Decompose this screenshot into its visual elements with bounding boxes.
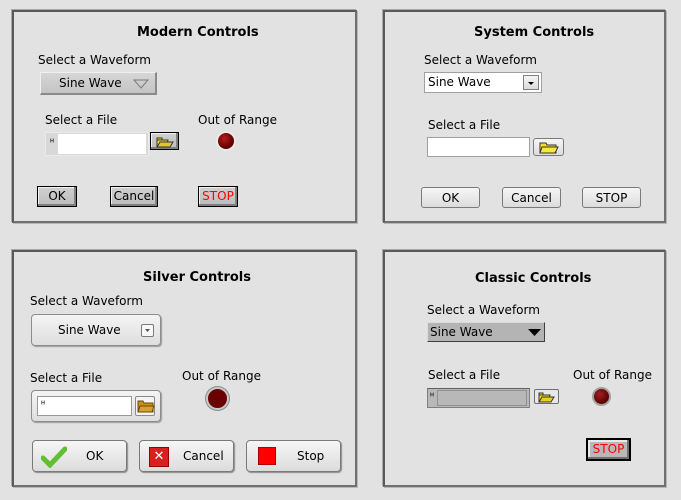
cancel-button[interactable]: ✕ Cancel — [139, 440, 234, 472]
cancel-button[interactable]: Cancel — [502, 187, 561, 208]
waveform-ring[interactable]: Sine Wave — [40, 72, 157, 95]
browse-button[interactable] — [135, 396, 155, 416]
panel-title: Silver Controls — [143, 270, 251, 285]
ok-button[interactable]: OK — [37, 186, 77, 207]
stop-button[interactable]: Stop — [246, 440, 341, 472]
panel-title: Modern Controls — [137, 25, 259, 40]
led-label: Out of Range — [198, 113, 277, 127]
stop-square-icon — [258, 447, 276, 465]
path-icon: ᵸ — [429, 392, 436, 403]
stop-label: Stop — [297, 449, 325, 463]
dropdown-arrow-icon — [528, 329, 541, 336]
folder-icon — [137, 400, 155, 413]
folder-icon — [538, 392, 555, 403]
file-path-input[interactable] — [427, 137, 530, 157]
file-label: Select a File — [45, 113, 118, 127]
out-of-range-led[interactable] — [206, 387, 229, 410]
system-controls-panel: System Controls Select a Waveform Sine W… — [383, 10, 666, 223]
browse-button[interactable] — [534, 389, 559, 404]
file-path-input[interactable]: ᵸ — [427, 388, 530, 408]
ok-label: OK — [86, 449, 104, 463]
browse-button[interactable] — [533, 138, 564, 156]
cancel-x-icon: ✕ — [149, 447, 169, 467]
stop-button[interactable]: STOP — [586, 438, 631, 461]
waveform-ring[interactable]: Sine Wave — [427, 322, 545, 342]
dropdown-arrow-icon — [133, 79, 149, 89]
file-path-input[interactable]: ᵸ — [37, 396, 132, 416]
classic-controls-panel: Classic Controls Select a Waveform Sine … — [383, 250, 666, 487]
waveform-ring[interactable]: Sine Wave — [31, 314, 161, 346]
waveform-ring[interactable]: Sine Wave — [424, 72, 542, 93]
panel-title: System Controls — [474, 25, 595, 40]
folder-icon — [155, 137, 174, 148]
folder-icon — [538, 142, 559, 154]
modern-controls-panel: Modern Controls Select a Waveform Sine W… — [12, 10, 357, 223]
cancel-button[interactable]: Cancel — [110, 186, 158, 207]
led-label: Out of Range — [182, 369, 261, 383]
path-icon: ᵸ — [49, 138, 56, 149]
waveform-label: Select a Waveform — [427, 303, 540, 317]
stop-button[interactable]: STOP — [198, 186, 238, 207]
waveform-label: Select a Waveform — [424, 53, 537, 67]
path-icon: ᵸ — [40, 400, 47, 411]
dropdown-arrow-icon — [141, 324, 154, 337]
file-path-field[interactable] — [58, 134, 146, 154]
file-label: Select a File — [428, 118, 501, 132]
waveform-label: Select a Waveform — [30, 294, 143, 308]
file-label: Select a File — [30, 371, 103, 385]
waveform-value: Sine Wave — [428, 75, 491, 89]
ok-button[interactable]: OK — [32, 440, 127, 472]
cancel-label: Cancel — [183, 449, 224, 463]
file-path-control: ᵸ — [31, 390, 161, 422]
dropdown-arrow-icon — [523, 75, 539, 90]
file-label: Select a File — [428, 368, 501, 382]
stop-button[interactable]: STOP — [582, 187, 641, 208]
led-label: Out of Range — [573, 368, 652, 382]
ok-button[interactable]: OK — [421, 187, 480, 208]
waveform-label: Select a Waveform — [38, 53, 151, 67]
silver-controls-panel: Silver Controls Select a Waveform Sine W… — [12, 250, 357, 487]
out-of-range-led[interactable] — [592, 387, 611, 406]
out-of-range-led[interactable] — [218, 133, 234, 149]
waveform-value: Sine Wave — [59, 76, 122, 90]
waveform-value: Sine Wave — [58, 323, 121, 337]
checkmark-icon — [41, 446, 67, 468]
waveform-value: Sine Wave — [430, 325, 493, 339]
panel-title: Classic Controls — [475, 271, 592, 286]
browse-button[interactable] — [150, 132, 179, 150]
file-path-input[interactable]: ᵸ — [45, 132, 149, 156]
